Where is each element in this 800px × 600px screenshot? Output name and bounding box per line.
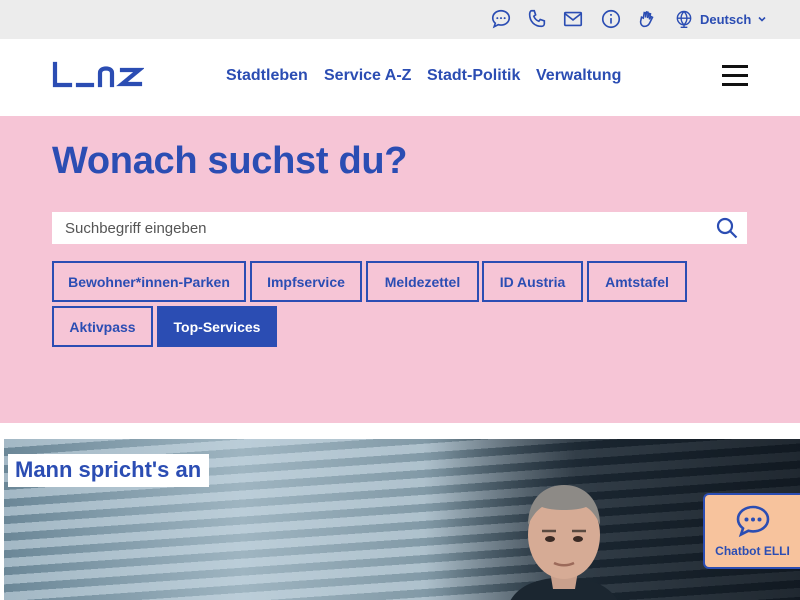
chip-bewohner-parken[interactable]: Bewohner*innen-Parken [52,261,246,302]
chip-id-austria[interactable]: ID Austria [482,261,583,302]
search-icon [716,217,738,239]
chip-top-services[interactable]: Top-Services [157,306,277,347]
chip-meldezettel[interactable]: Meldezettel [366,261,479,302]
nav-service-a-z[interactable]: Service A-Z [324,67,411,85]
menu-button[interactable] [722,64,748,86]
chatbot-button[interactable]: Chatbot ELLI [703,493,800,569]
search-headline: Wonach suchst du? [52,140,408,182]
utility-bar: Deutsch [0,0,800,39]
hero-person-image [510,485,618,600]
chatbot-icon [736,505,769,538]
search-button[interactable] [715,216,739,240]
globe-icon [676,10,692,29]
nav-stadtleben[interactable]: Stadtleben [226,67,308,85]
phone-icon[interactable] [526,8,548,30]
chat-icon[interactable] [490,8,512,30]
search-input[interactable] [52,212,712,244]
chip-amtstafel[interactable]: Amtstafel [587,261,687,302]
linz-logo[interactable] [52,61,144,89]
info-icon[interactable] [600,8,622,30]
hero-teaser[interactable]: Mann spricht's an [4,439,800,600]
menu-bar [722,83,748,86]
language-label: Deutsch [700,11,752,27]
search-box [52,212,747,244]
menu-bar [722,74,748,77]
chip-impfservice[interactable]: Impfservice [250,261,362,302]
mail-icon[interactable] [562,8,584,30]
hero-title[interactable]: Mann spricht's an [8,454,210,487]
main-header: Stadtleben Service A-Z Stadt-Politik Ver… [0,39,800,116]
nav-stadt-politik[interactable]: Stadt-Politik [427,67,520,85]
language-selector[interactable]: Deutsch [674,8,767,30]
chatbot-label: Chatbot ELLI [715,544,790,558]
search-section: Wonach suchst du? Bewohner*innen-Parken … [0,116,800,423]
chip-aktivpass[interactable]: Aktivpass [52,306,153,347]
nav-verwaltung[interactable]: Verwaltung [536,67,621,85]
sign-language-icon[interactable] [636,8,658,30]
menu-bar [722,65,748,68]
chevron-down-icon [758,16,766,22]
